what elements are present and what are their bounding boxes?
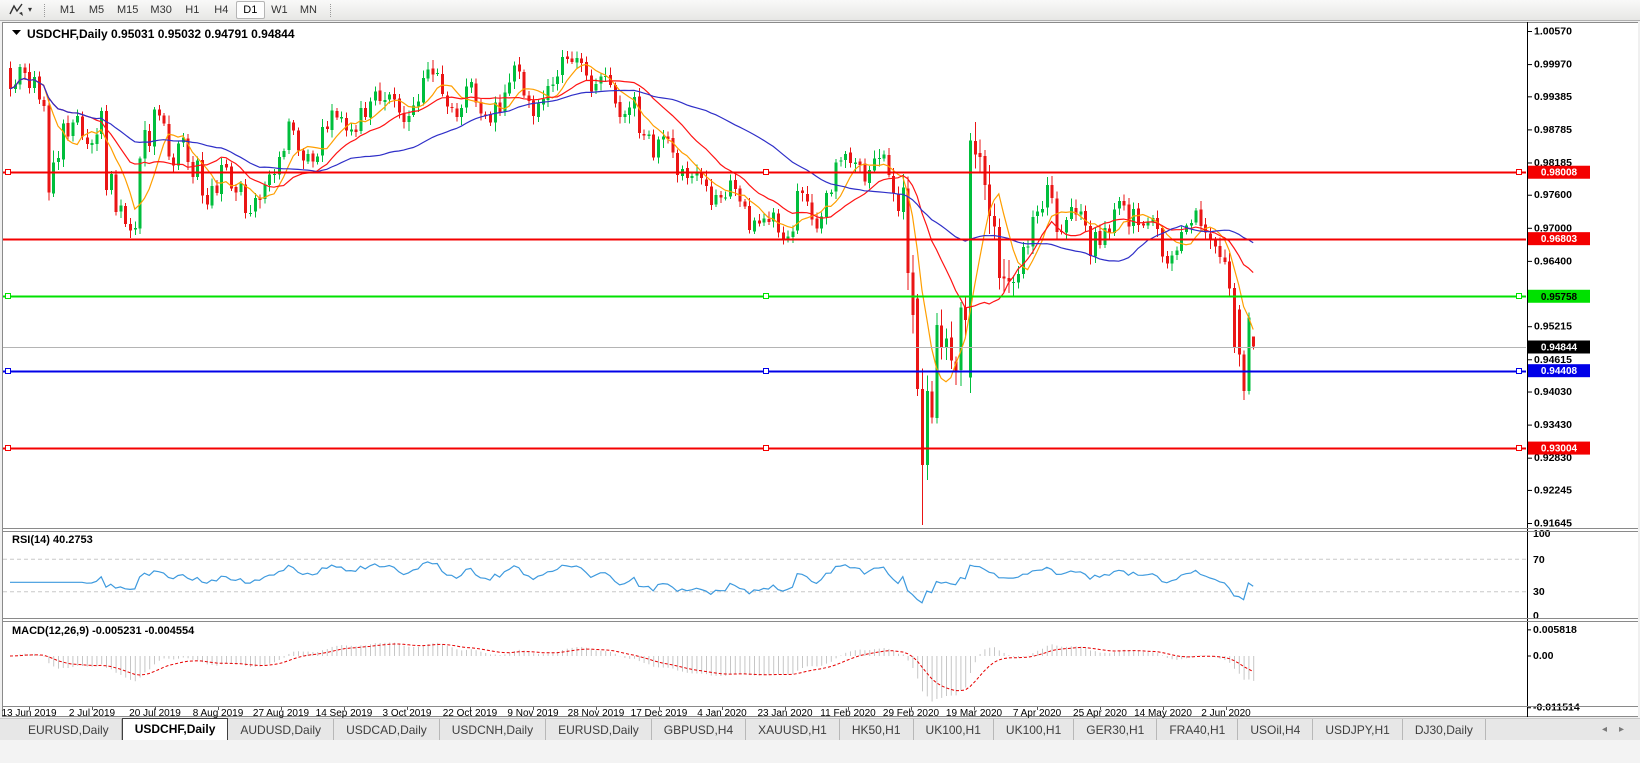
chart-tab[interactable]: GER30,H1 [1074,718,1158,741]
chart-tab[interactable]: USDCAD,Daily [334,718,440,741]
date-tick-label: 25 Apr 2020 [1073,708,1127,718]
tabs-scroll-right-button[interactable]: ▸ [1619,724,1624,735]
date-tick-label: 17 Dec 2019 [631,708,688,718]
timeframe-button-w1[interactable]: W1 [265,1,294,19]
macd-axis-label: 0.00 [1533,650,1554,662]
price-tick-label: 0.97600 [1534,189,1572,201]
date-tick-label: 4 Jan 2020 [697,708,747,718]
date-tick-label: 14 May 2020 [1134,708,1192,718]
rsi-axis-label: 0 [1533,610,1539,622]
chart-tab-bar: EURUSD,Daily USDCHF,Daily AUDUSD,Daily U… [0,717,1640,741]
date-tick-label: 29 Feb 2020 [883,708,940,718]
timeframe-button-m15[interactable]: M15 [111,1,144,19]
chart-tab[interactable]: DJ30,Daily [1403,718,1486,741]
price-tick-label: 0.92245 [1534,484,1572,496]
timeframe-button-m1[interactable]: M1 [53,1,82,19]
timeframe-button-m5[interactable]: M5 [82,1,111,19]
macd-label: MACD(12,26,9) -0.005231 -0.004554 [12,625,195,637]
price-tick-label: 0.93430 [1534,419,1572,431]
rsi-label: RSI(14) 40.2753 [12,534,93,546]
price-tick-label: 0.99970 [1534,59,1572,71]
draw-tool-button[interactable]: ▾ [4,1,37,19]
tabs-scroll-left-button[interactable]: ◂ [1602,724,1607,735]
timeframe-button-m30[interactable]: M30 [144,1,177,19]
price-tick-label: 1.00570 [1534,26,1572,38]
rsi-axis-label: 70 [1533,554,1545,566]
toolbar-separator [44,3,46,17]
top-toolbar: ▾ M1 M5 M15 M30 H1 H4 D1 W1 MN [0,0,1640,21]
timeframe-button-mn[interactable]: MN [294,1,323,19]
chart-tab[interactable]: USOil,H4 [1238,718,1314,741]
date-tick-label: 19 Mar 2020 [946,708,1003,718]
date-tick-label: 2 Jul 2019 [69,708,116,718]
chart-tab-active[interactable]: USDCHF,Daily [121,717,229,741]
price-tick-label: 0.96400 [1534,255,1572,267]
chart-tab[interactable]: USDCNH,Daily [440,718,547,741]
chart-tab[interactable]: FRA40,H1 [1157,718,1239,741]
macd-axis-label: -0.011514 [1533,702,1580,714]
date-tick-label: 7 Apr 2020 [1013,708,1062,718]
chart-tab[interactable]: EURUSD,Daily [16,718,122,741]
polyline-cursor-icon [9,3,23,16]
date-tick-label: 20 Jul 2019 [129,708,181,718]
price-tick-label: 0.99385 [1534,91,1572,103]
price-tick-label: 0.94615 [1534,354,1572,366]
timeframe-button-h1[interactable]: H1 [178,1,207,19]
date-tick-label: 13 Jun 2019 [1,708,56,718]
tab-scrollers: ◂ ▸ [1602,724,1624,735]
chart-tab[interactable]: UK100,H1 [914,718,994,741]
date-tick-label: 8 Aug 2019 [193,708,244,718]
price-level-badge-label: 0.96803 [1541,234,1578,245]
date-tick-label: 22 Oct 2019 [443,708,498,718]
price-tick-label: 0.95215 [1534,321,1572,333]
macd-axis-label: 0.005818 [1533,624,1577,636]
date-tick-label: 9 Nov 2019 [507,708,559,718]
price-tick-label: 0.98785 [1534,124,1572,136]
current-price-badge-label: 0.94844 [1541,343,1578,354]
rsi-axis-label: 30 [1533,586,1545,598]
price-tick-label: 0.94030 [1534,386,1572,398]
price-level-badge-label: 0.94408 [1541,366,1578,377]
toolbar-separator [329,3,332,17]
timeframe-button-d1[interactable]: D1 [235,1,265,19]
timeframe-button-h4[interactable]: H4 [207,1,236,19]
chart-tab[interactable]: EURUSD,Daily [546,718,652,741]
chart-tab[interactable]: AUDUSD,Daily [228,718,335,741]
date-tick-label: 27 Aug 2019 [253,708,310,718]
date-tick-label: 23 Jan 2020 [757,708,812,718]
price-level-badge-label: 0.93004 [1541,444,1578,455]
price-level-badge-label: 0.95758 [1541,292,1578,303]
date-tick-label: 2 Jun 2020 [1201,708,1251,718]
price-level-badge-label: 0.98008 [1541,168,1578,179]
chart-tab[interactable]: XAUUSD,H1 [746,718,840,741]
chart-tab[interactable]: GBPUSD,H4 [652,718,747,741]
chart-plot-area[interactable] [3,23,1526,527]
status-strip [0,740,1640,763]
chart-tab[interactable]: HK50,H1 [840,718,914,741]
date-tick-label: 14 Sep 2019 [316,708,373,718]
chart-tab[interactable]: UK100,H1 [994,718,1075,741]
chart-tab[interactable]: USDJPY,H1 [1313,718,1403,741]
chart-window[interactable]: 1.005700.999700.993850.987850.981850.976… [0,21,1640,718]
caret-down-icon: ▾ [28,5,33,14]
rsi-axis-label: 100 [1533,528,1551,540]
date-tick-label: 28 Nov 2019 [568,708,625,718]
date-tick-label: 3 Oct 2019 [383,708,432,718]
price-axis[interactable]: 1.005700.999700.993850.987850.981850.976… [1527,22,1639,717]
date-tick-label: 11 Feb 2020 [820,708,876,718]
